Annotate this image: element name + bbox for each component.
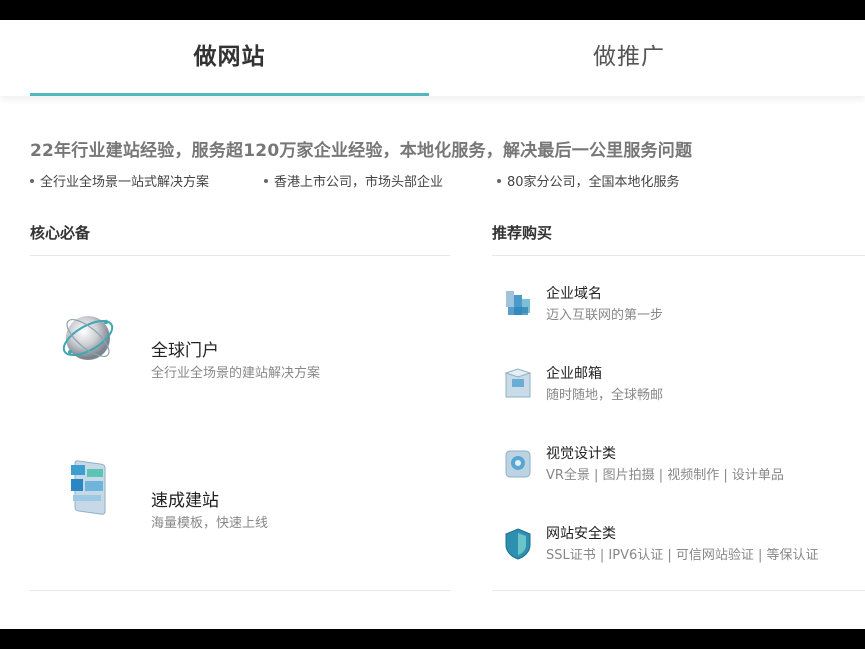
rec-item-mailbox[interactable]: 企业邮箱 随时随地，全球畅邮 bbox=[492, 363, 865, 433]
rec-item-title: 网站安全类 bbox=[546, 526, 616, 542]
rec-item-visual-design[interactable]: 视觉设计类 VR全景 | 图片拍摄 | 视频制作 | 设计单品 bbox=[492, 443, 865, 513]
camera-icon bbox=[502, 445, 534, 483]
rec-item-title: 视觉设计类 bbox=[546, 446, 616, 462]
core-section-title: 核心必备 bbox=[30, 224, 91, 242]
tab-bar: 做网站 做推广 bbox=[0, 20, 865, 96]
tab-build-website[interactable]: 做网站 bbox=[30, 20, 429, 92]
mailbox-icon bbox=[502, 365, 534, 403]
bullet-dot-icon bbox=[30, 178, 34, 183]
core-item-global-portal[interactable]: 全球门户 全行业全场景的建站解决方案 bbox=[30, 280, 450, 400]
bullet-dot-icon bbox=[264, 178, 268, 183]
core-item-desc: 海量模板，快速上线 bbox=[151, 516, 269, 531]
core-bottom-divider bbox=[30, 590, 450, 591]
bullet-item: 全行业全场景一站式解决方案 bbox=[30, 171, 209, 190]
globe-icon bbox=[58, 308, 118, 372]
bullet-text: 全行业全场景一站式解决方案 bbox=[40, 175, 210, 190]
rec-item-domain[interactable]: 企业域名 迈入互联网的第一步 bbox=[492, 283, 865, 353]
rec-item-desc: 随时随地，全球畅邮 bbox=[546, 388, 664, 403]
recommend-section-title: 推荐购买 bbox=[492, 224, 553, 242]
bullet-text: 香港上市公司，市场头部企业 bbox=[274, 175, 444, 190]
rec-item-title: 企业邮箱 bbox=[546, 366, 602, 382]
core-divider bbox=[30, 255, 450, 256]
domain-icon bbox=[502, 285, 534, 323]
rec-item-desc: VR全景 | 图片拍摄 | 视频制作 | 设计单品 bbox=[546, 468, 784, 483]
headline: 22年行业建站经验，服务超120万家企业经验，本地化服务，解决最后一公里服务问题 bbox=[30, 141, 693, 161]
rec-item-desc: SSL证书 | IPV6认证 | 可信网站验证 | 等保认证 bbox=[546, 548, 819, 563]
core-item-desc: 全行业全场景的建站解决方案 bbox=[151, 366, 321, 381]
rec-item-title: 企业域名 bbox=[546, 286, 602, 302]
recommend-divider bbox=[492, 255, 865, 256]
rec-item-web-security[interactable]: 网站安全类 SSL证书 | IPV6认证 | 可信网站验证 | 等保认证 bbox=[492, 523, 865, 593]
page-frame: 做网站 做推广 22年行业建站经验，服务超120万家企业经验，本地化服务，解决最… bbox=[0, 20, 865, 629]
rec-item-desc: 迈入互联网的第一步 bbox=[546, 308, 664, 323]
core-item-title: 全球门户 bbox=[151, 341, 219, 361]
shield-icon bbox=[502, 525, 534, 563]
bullet-text: 80家分公司，全国本地化服务 bbox=[507, 175, 680, 190]
template-blocks-icon bbox=[65, 455, 115, 519]
core-item-title: 速成建站 bbox=[151, 491, 219, 511]
recommend-bottom-divider bbox=[492, 590, 865, 591]
bullet-item: 80家分公司，全国本地化服务 bbox=[497, 171, 680, 190]
bullet-dot-icon bbox=[497, 178, 501, 183]
bullet-item: 香港上市公司，市场头部企业 bbox=[264, 171, 443, 190]
core-item-quick-build[interactable]: 速成建站 海量模板，快速上线 bbox=[30, 430, 450, 550]
active-tab-indicator bbox=[30, 93, 429, 96]
tab-promotion[interactable]: 做推广 bbox=[429, 20, 829, 92]
